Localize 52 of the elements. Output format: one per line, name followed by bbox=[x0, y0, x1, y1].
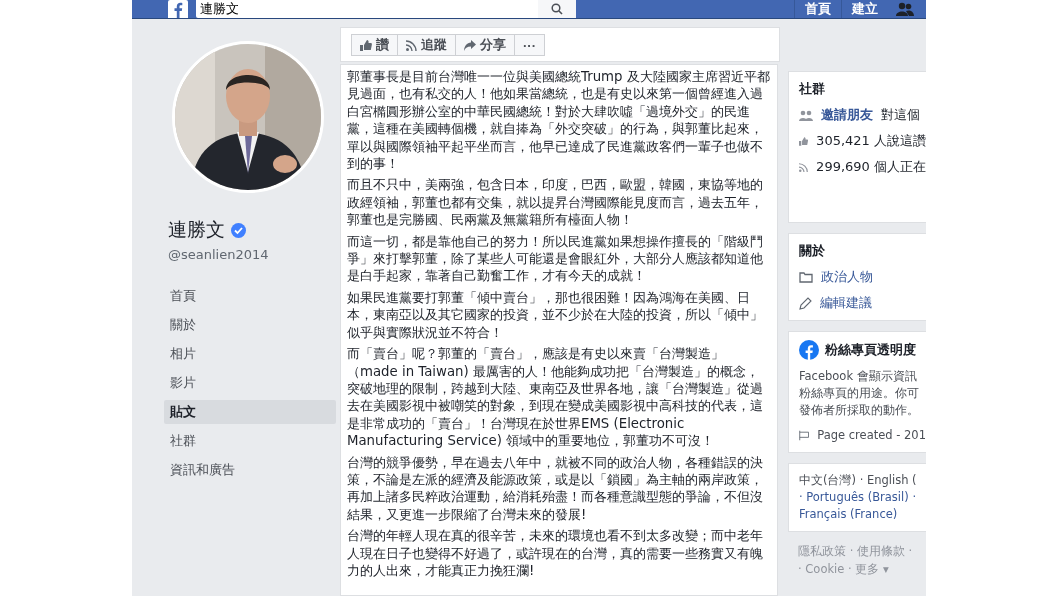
category-link[interactable]: 政治人物 bbox=[821, 268, 873, 286]
page-created-text: Page created - 201 bbox=[817, 427, 926, 444]
community-stat: 299,690 個人正在 bbox=[816, 158, 926, 176]
facebook-logo-icon[interactable] bbox=[168, 0, 188, 18]
search-field[interactable]: 連勝文 bbox=[196, 0, 576, 18]
share-arrow-icon bbox=[464, 39, 476, 51]
page-nav-item[interactable]: 相片 bbox=[164, 342, 336, 366]
search-icon[interactable] bbox=[551, 3, 563, 15]
people-icon bbox=[799, 109, 813, 121]
card-title: 社群 bbox=[799, 80, 826, 98]
transparency-text: Facebook 會顯示資訊 bbox=[799, 368, 918, 385]
share-button[interactable]: 分享 bbox=[455, 34, 515, 56]
rss-icon bbox=[799, 161, 809, 173]
page-nav-item[interactable]: 貼文 bbox=[164, 400, 336, 424]
facebook-logo-icon bbox=[799, 340, 819, 360]
language-list-line[interactable]: Français (France) bbox=[799, 506, 898, 523]
community-stat: 對這個 bbox=[881, 106, 920, 124]
post-paragraph: 如果民進黨要打郭董「傾中賣台」，那也很困難！因為鴻海在美國、日本，東南亞以及其它國家的投資，並不少於在大陸的投資，所以「傾中」似乎與實際狀況並不符合！ bbox=[347, 288, 764, 342]
language-list-line[interactable]: 中文(台灣) · English ( bbox=[799, 472, 917, 489]
post-paragraph: 郭董事長是目前台灣唯一一位與美國總統Trump 及大陸國家主席習近平都見過面，也有私交的人！他如果當總統，也是有史以來第一個曾經進入過白宮橢圓形辦公室的中華民國總統！對於大肆吹噓「過境外交」的民進黨，這種在美國轉個機，就自捧為「外交突破」的行為，與郭董比起來，單以與國際領袖平起平坐而言，他早已達成了民進黨政客們一輩子也做不到的事！ bbox=[347, 68, 771, 173]
nav-link[interactable]: 建立 bbox=[841, 0, 888, 18]
post-paragraph: 而且不只中，美兩強，包含日本，印度，巴西，歐盟，韓國，東協等地的政經領袖，郭董也都有交集，就以提昇台灣國際能見度而言，過去五年，郭董也是完勝國、民兩黨及無黨籍所有檯面人物！ bbox=[347, 176, 764, 229]
rss-icon bbox=[406, 39, 417, 51]
post-paragraph: 台灣的年輕人現在真的很辛苦，未來的環境也看不到太多改變；而中老年人現在日子也變得不好過了，或許現在的台灣，真的需要一些務實又有魄力的人出來，才能真正力挽狂瀾! bbox=[347, 527, 764, 580]
page-handle: @seanlien2014 bbox=[168, 247, 270, 262]
pencil-icon bbox=[799, 296, 812, 310]
language-list-line[interactable]: · Português (Brasil) · bbox=[799, 489, 917, 506]
edit-suggestion-link[interactable]: 編輯建議 bbox=[820, 294, 872, 312]
flag-icon bbox=[799, 429, 810, 442]
more-button[interactable]: ··· bbox=[514, 34, 545, 56]
thumbs-up-icon bbox=[360, 39, 372, 51]
post-paragraph: 台灣的競爭優勢，早在過去八年中，就被不同的政治人物，各種錯誤的決策，不論是左派的經濟及能源政策，或是以「鎖國」為主軸的兩岸政策，再加上諸多民粹政治運動，給消耗殆盡！而各種意識型態的爭論，不但沒結果，又更進一步限縮了台灣未來的發展! bbox=[347, 453, 764, 524]
community-stat: 305,421 人說這讚 bbox=[816, 132, 926, 150]
transparency-text: 粉絲專頁的用途。你可 bbox=[799, 385, 920, 402]
post-paragraph: 而這一切，都是靠他自己的努力！所以民進黨如果想操作擅長的「階級鬥爭」來打擊郭董，除了某些人可能還是會眼紅外，大部分人應該都知道他是白手起家，靠著自己勤奮工作，才有今天的成就！ bbox=[347, 232, 764, 285]
folder-icon bbox=[799, 271, 813, 283]
page-nav-item[interactable]: 資訊和廣告 bbox=[164, 458, 336, 482]
page-nav-item[interactable]: 關於 bbox=[164, 313, 336, 337]
thumbs-up-icon bbox=[799, 135, 809, 147]
post-paragraph: 而「賣台」呢？郭董的「賣台」，應該是有史以來賣「台灣製造」（made in Taiwan) 最厲害的人！他能夠成功把「台灣製造」的概念，突破地理的限制，跨越到大陸、東南亞及世界各地，讓「台灣製造」從過去在美國影視中被嘲笑的對象，到現在變成美國影視中高科技的代表，這是非常成功的「賣台」！台灣現在於世界EMS (Electronic Manufacturing Service) 領域中的重要地位，郭董功不可沒！ bbox=[347, 345, 764, 450]
like-button[interactable]: 讚 bbox=[351, 34, 398, 56]
friends-icon[interactable] bbox=[896, 2, 914, 16]
follow-button[interactable]: 追蹤 bbox=[397, 34, 456, 56]
page-name: 連勝文 bbox=[168, 217, 225, 242]
page-nav-item[interactable]: 影片 bbox=[164, 371, 336, 395]
nav-link[interactable]: 首頁 bbox=[794, 0, 841, 18]
transparency-text: 發佈者所採取的動作。 bbox=[799, 402, 920, 419]
page-nav-item[interactable]: 首頁 bbox=[164, 284, 336, 308]
card-title: 關於 bbox=[799, 242, 826, 260]
page-nav-item[interactable]: 社群 bbox=[164, 429, 336, 453]
card-title: 粉絲專頁透明度 bbox=[825, 341, 916, 359]
invite-friends-link[interactable]: 邀請朋友 bbox=[821, 106, 873, 124]
